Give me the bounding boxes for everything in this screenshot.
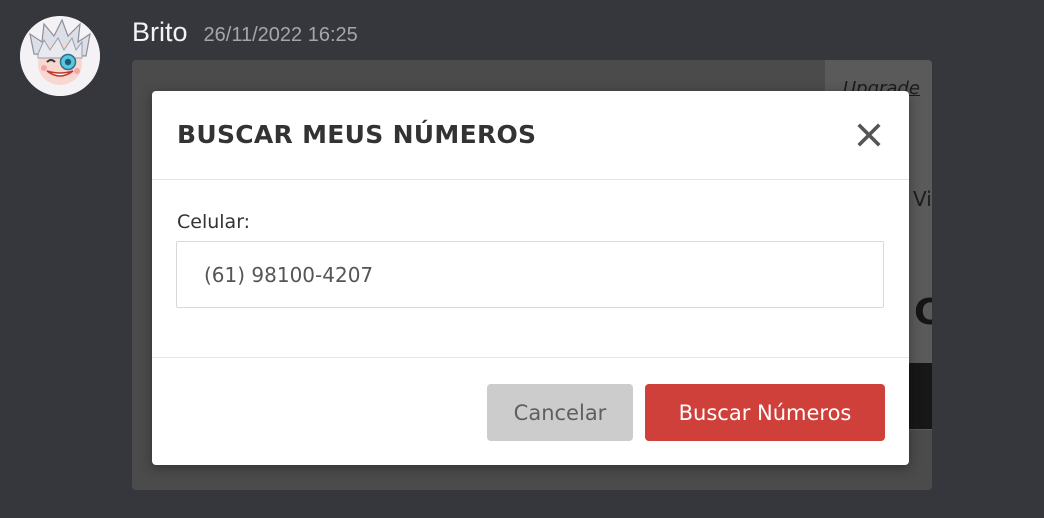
- search-numbers-button[interactable]: Buscar Números: [645, 384, 885, 441]
- avatar[interactable]: [20, 16, 100, 96]
- background-dark-block: [908, 363, 932, 429]
- search-numbers-dialog: BUSCAR MEUS NÚMEROS Celular: Cancelar Bu…: [152, 91, 909, 465]
- dialog-header-divider: [152, 179, 909, 180]
- username[interactable]: Brito: [132, 17, 188, 48]
- background-text-fragment: Vi: [913, 187, 932, 211]
- background-heading-fragment: C: [914, 292, 932, 333]
- close-icon: [857, 123, 881, 147]
- cancel-button[interactable]: Cancelar: [487, 384, 633, 441]
- message-header: Brito 26/11/2022 16:25: [132, 17, 358, 48]
- phone-field-label: Celular:: [177, 211, 251, 233]
- dialog-title: BUSCAR MEUS NÚMEROS: [177, 120, 537, 149]
- dialog-footer-divider: [152, 357, 909, 358]
- anime-avatar-icon: [20, 16, 100, 96]
- close-button[interactable]: [856, 122, 882, 148]
- phone-input[interactable]: [176, 241, 884, 308]
- message-timestamp: 26/11/2022 16:25: [203, 24, 358, 46]
